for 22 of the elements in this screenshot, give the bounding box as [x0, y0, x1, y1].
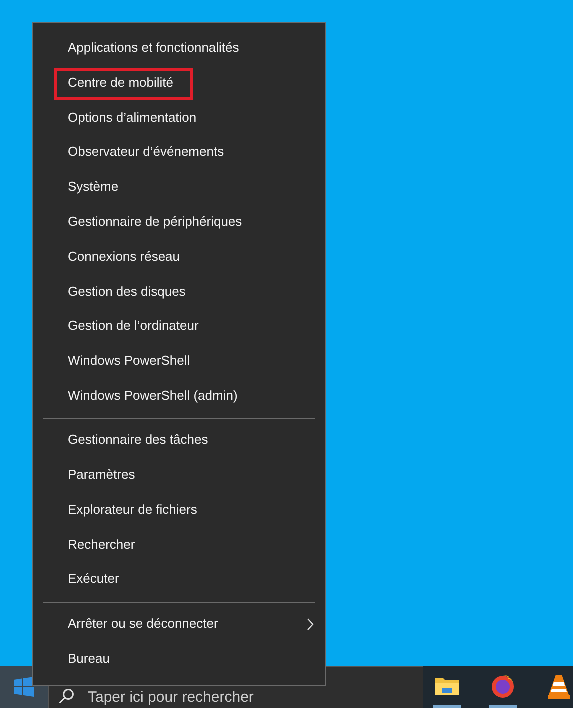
menu-item[interactable]: Observateur d’événements	[33, 135, 325, 170]
menu-item[interactable]: Exécuter	[33, 562, 325, 598]
menu-item[interactable]: Arrêter ou se déconnecter	[33, 606, 325, 642]
menu-item[interactable]: Paramètres	[33, 458, 325, 493]
menu-item[interactable]: Gestionnaire des tâches	[33, 423, 325, 458]
chevron-icon	[307, 618, 314, 631]
firefox-icon	[490, 672, 516, 698]
menu-item[interactable]: Applications et fonctionnalités	[33, 31, 325, 66]
windows-icon	[14, 677, 34, 697]
menu-item[interactable]: Connexions réseau	[33, 240, 325, 275]
menu-item[interactable]: Gestion des disques	[33, 274, 325, 310]
menu-item[interactable]: Windows PowerShell	[33, 344, 325, 379]
menu-item[interactable]: Windows PowerShell (admin)	[33, 378, 325, 414]
menu-item[interactable]: Explorateur de fichiers	[33, 492, 325, 528]
menu-item[interactable]: Options d’alimentation	[33, 100, 325, 136]
menu-item[interactable]: Gestionnaire de périphériques	[33, 204, 325, 240]
menu-item[interactable]: Rechercher	[33, 528, 325, 562]
menu-item[interactable]: Système	[33, 170, 325, 205]
traffic-cone-icon	[548, 672, 570, 698]
menu-item[interactable]: Centre de mobilité	[33, 66, 325, 101]
menu-item[interactable]: Gestion de l’ordinateur	[33, 309, 325, 344]
search-icon	[59, 689, 74, 704]
